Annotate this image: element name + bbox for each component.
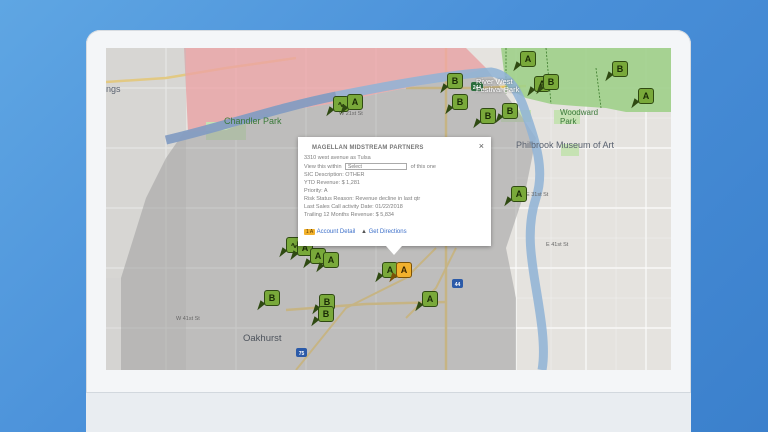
view-select[interactable]: Select	[345, 163, 408, 170]
map-pin[interactable]: B	[492, 103, 518, 125]
info-popup: × MAGELLAN MIDSTREAM PARTNERS 3310 west …	[298, 137, 491, 255]
popup-ytd: YTD Revenue: $ 1,281	[304, 180, 360, 186]
map-pin[interactable]: A	[412, 291, 438, 313]
car-icon: ▲	[360, 229, 367, 235]
street-w41: W 41st St	[176, 316, 200, 322]
label-chandler-park: Chandler Park	[224, 116, 282, 126]
label-oakhurst: Oakhurst	[243, 333, 282, 344]
map-pin[interactable]: B	[602, 61, 628, 83]
map-pin[interactable]: B	[254, 290, 280, 312]
map-pin[interactable]: A	[510, 51, 536, 73]
map-pin[interactable]: B	[437, 73, 463, 95]
label-river-west-festival-park: River West Festival Park	[476, 77, 520, 94]
map-pin[interactable]: A	[628, 88, 654, 110]
popup-links: 1 A Account Detail ▲ Get Directions	[304, 229, 407, 235]
street-e41: E 41st St	[546, 242, 569, 248]
popup-risk: Risk Status Reason: Revenue decline in l…	[304, 196, 421, 202]
map-pin-selected[interactable]: A	[386, 262, 412, 284]
popup-trailing: Trailing 12 Months Revenue: $ 5,834	[304, 212, 394, 218]
get-directions-link[interactable]: Get Directions	[369, 229, 407, 235]
account-detail-link[interactable]: Account Detail	[317, 229, 356, 235]
popup-priority: Priority: A	[304, 188, 328, 194]
popup-view-row: View this within Select of this one	[304, 163, 436, 170]
label-philbrook: Philbrook Museum of Art	[516, 140, 615, 150]
map-pin[interactable]: B	[442, 94, 468, 116]
map-pin[interactable]: A	[337, 94, 363, 116]
monitor-chin	[86, 392, 691, 432]
monitor-chin-divider	[86, 392, 691, 393]
popup-address: 3310 west avenue as Tulsa	[304, 155, 371, 161]
popup-title: MAGELLAN MIDSTREAM PARTNERS	[312, 145, 424, 151]
priority-badge: 1 A	[304, 229, 316, 235]
map-pin[interactable]: B	[533, 74, 559, 96]
label-fragment: ngs	[106, 84, 121, 94]
map-pin[interactable]: B	[308, 306, 334, 328]
popup-sic: SIC Description: OTHER	[304, 172, 365, 178]
map-view[interactable]: 244 44 44 75 ngs Chandler Park River Wes…	[106, 48, 671, 370]
street-e31: E 31st St	[526, 192, 549, 198]
map-pin[interactable]: A	[313, 252, 339, 274]
shield-44-b: 44	[455, 282, 461, 288]
label-woodward-park: Woodward Park	[560, 108, 599, 126]
popup-last-sales: Last Sales Call activity Date: 01/22/201…	[304, 204, 403, 210]
close-icon[interactable]: ×	[479, 141, 484, 151]
map-pin[interactable]: A	[501, 186, 527, 208]
shield-75: 75	[299, 351, 305, 357]
